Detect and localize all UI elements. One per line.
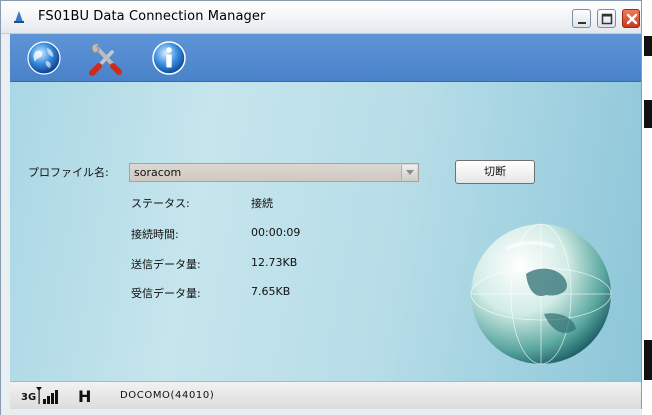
window-bottom-edge [1,409,643,415]
dropdown-arrow[interactable] [401,165,417,180]
minimize-button[interactable] [572,9,591,28]
window-title: FS01BU Data Connection Manager [38,9,266,24]
carrier-name: DOCOMO(44010) [120,390,215,401]
maximize-icon [601,13,613,25]
background-edge [642,0,652,415]
info-button[interactable] [150,39,188,77]
close-icon [626,13,638,25]
background-fragment [644,340,652,380]
chevron-down-icon [406,170,414,175]
minimize-icon [578,22,586,24]
connection-panel: プロファイル名: soracom 切断 ステータス: 接続 接続時間: 00:0… [10,82,641,381]
disconnect-button[interactable]: 切断 [455,160,535,184]
app-icon [14,11,24,23]
maximize-button[interactable] [597,9,616,28]
background-fragment [644,36,652,56]
status-value: 接続 [251,197,273,210]
toolbar [10,34,641,82]
connection-button[interactable] [25,39,63,77]
background-fragment [644,100,652,128]
title-bar[interactable]: FS01BU Data Connection Manager [1,1,641,34]
received-data-label: 受信データ量: [131,287,201,300]
decorative-globe-icon [470,223,612,365]
settings-icon [89,43,122,76]
status-bar: 3G H DOCOMO(44010) [10,381,641,409]
sent-data-value: 12.73KB [251,256,298,269]
received-data-value: 7.65KB [251,285,291,298]
globe-icon [27,41,61,75]
status-label: ステータス: [131,197,190,210]
connection-time-value: 00:00:09 [251,226,301,239]
signal-strength-icon [36,387,58,404]
settings-button[interactable] [86,39,124,77]
profile-label: プロファイル名: [28,166,109,179]
app-window: FS01BU Data Connection Manager プロファイル名: … [0,0,643,415]
close-button[interactable] [622,9,640,28]
profile-select[interactable]: soracom [129,163,419,182]
profile-select-value: soracom [134,166,182,179]
sent-data-label: 送信データ量: [131,258,201,271]
info-icon [152,41,186,75]
network-type: H [78,387,92,406]
connection-time-label: 接続時間: [131,228,179,241]
